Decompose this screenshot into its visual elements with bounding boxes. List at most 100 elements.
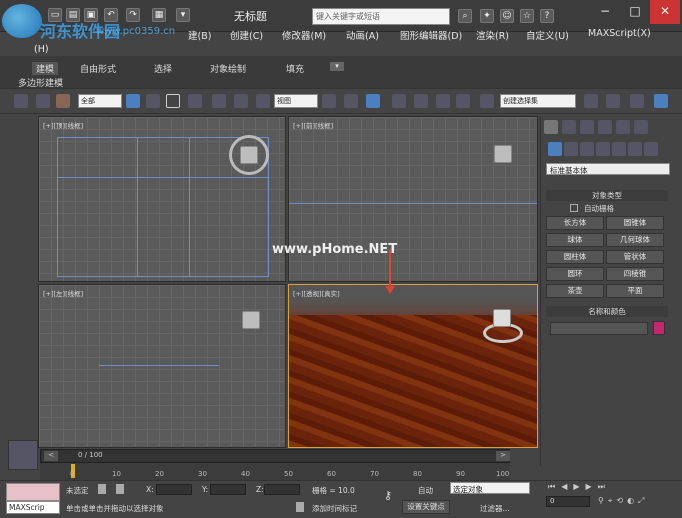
object-type-rollout[interactable]: 对象类型 [546, 190, 668, 201]
spacewarps-icon[interactable] [628, 142, 642, 156]
search-input[interactable]: 键入关键字或短语 [312, 8, 450, 25]
name-color-rollout[interactable]: 名称和颜色 [546, 306, 668, 317]
select-manipulate-icon[interactable] [344, 94, 358, 108]
spinner-snap-icon[interactable] [456, 94, 470, 108]
binoculars-icon[interactable]: ⌕ [458, 9, 472, 23]
menu-build[interactable]: 建(B) [188, 28, 211, 42]
systems-icon[interactable] [644, 142, 658, 156]
rotate-icon[interactable] [234, 94, 248, 108]
link-icon[interactable] [14, 94, 28, 108]
viewport-perspective[interactable]: [+][透视][真实] [288, 284, 538, 448]
menu-graph-editors[interactable]: 图形编辑器(D) [400, 28, 462, 42]
menu-help[interactable]: (H) [34, 44, 49, 55]
category-select[interactable]: 标准基本体 [546, 163, 670, 175]
viewcube[interactable] [493, 309, 511, 327]
tab-populate[interactable]: 填充 [286, 62, 304, 75]
y-coord-field[interactable] [210, 484, 246, 495]
select-object-icon[interactable] [126, 94, 140, 108]
plane-button[interactable]: 平面 [606, 284, 664, 298]
scale-icon[interactable] [256, 94, 270, 108]
minimize-button[interactable]: − [590, 0, 620, 24]
tab-selection[interactable]: 选择 [154, 62, 172, 75]
viewport-top[interactable]: [+][顶][线框] [38, 116, 286, 282]
cone-button[interactable]: 圆锥体 [606, 216, 664, 230]
z-coord-field[interactable] [264, 484, 300, 495]
undo-icon[interactable]: ↶ [104, 8, 118, 22]
track-bar[interactable] [40, 463, 510, 481]
lock-selection-icon[interactable] [98, 484, 106, 494]
reference-coord-select[interactable]: 视图 [274, 94, 318, 108]
menu-rendering[interactable]: 渲染(R) [476, 28, 509, 42]
sphere-button[interactable]: 球体 [546, 233, 604, 247]
key-filters-button[interactable]: 过滤器... [480, 503, 510, 514]
prev-frame-icon[interactable]: < [44, 451, 58, 461]
redo-icon[interactable]: ↷ [126, 8, 140, 22]
dropdown-icon[interactable]: ▾ [176, 8, 190, 22]
cylinder-button[interactable]: 圆柱体 [546, 250, 604, 264]
lights-icon[interactable] [580, 142, 594, 156]
torus-button[interactable]: 圆环 [546, 267, 604, 281]
viewcube[interactable] [240, 146, 258, 164]
viewport-left[interactable]: [+][左][线框] [38, 284, 286, 448]
percent-snap-icon[interactable] [436, 94, 450, 108]
star-icon[interactable]: ☆ [520, 9, 534, 23]
viewport-label[interactable]: [+][前][线框] [293, 120, 333, 130]
auto-key-label[interactable]: 自动 [418, 485, 433, 496]
set-key-button[interactable]: 设置关键点 [402, 500, 450, 514]
shapes-icon[interactable] [564, 142, 578, 156]
pyramid-button[interactable]: 四棱锥 [606, 267, 664, 281]
maxscript-input[interactable]: MAXScrip [6, 501, 60, 514]
add-time-tag[interactable]: 添加时间标记 [312, 503, 357, 514]
graphite-toggle-icon[interactable] [654, 94, 668, 108]
layer-manager-icon[interactable] [630, 94, 644, 108]
object-name-input[interactable] [550, 322, 648, 335]
box-button[interactable]: 长方体 [546, 216, 604, 230]
move-icon[interactable] [212, 94, 226, 108]
maximize-button[interactable]: □ [620, 0, 650, 24]
motion-tab-icon[interactable] [598, 120, 612, 134]
mirror-icon[interactable] [584, 94, 598, 108]
new-file-icon[interactable]: ▭ [48, 8, 62, 22]
isolate-icon[interactable] [116, 484, 124, 494]
window-crossing-icon[interactable] [188, 94, 202, 108]
teapot-button[interactable]: 茶壶 [546, 284, 604, 298]
x-coord-field[interactable] [156, 484, 192, 495]
create-tab-icon[interactable] [544, 120, 558, 134]
menu-maxscript[interactable]: MAXScript(X) [588, 28, 651, 39]
cameras-icon[interactable] [596, 142, 610, 156]
tools-icon[interactable]: ✦ [480, 9, 494, 23]
help-icon[interactable]: ? [540, 9, 554, 23]
next-frame-icon[interactable]: > [496, 451, 510, 461]
person-icon[interactable]: ☺ [500, 9, 514, 23]
menu-animation[interactable]: 动画(A) [346, 28, 379, 42]
selection-filter-select[interactable]: 全部 [78, 94, 122, 108]
geosphere-button[interactable]: 几何球体 [606, 233, 664, 247]
align-icon[interactable] [606, 94, 620, 108]
viewport-label[interactable]: [+][左][线框] [43, 288, 83, 298]
display-tab-icon[interactable] [616, 120, 630, 134]
current-frame-field[interactable]: 0 [546, 496, 590, 507]
snaps-toggle-icon[interactable] [392, 94, 406, 108]
save-icon[interactable]: ▣ [84, 8, 98, 22]
menu-modifiers[interactable]: 修改器(M) [282, 28, 326, 42]
edit-named-sel-icon[interactable] [480, 94, 494, 108]
pivot-center-icon[interactable] [322, 94, 336, 108]
key-filter-select[interactable]: 选定对象 [450, 482, 530, 494]
menu-create[interactable]: 创建(C) [230, 28, 263, 42]
tab-object-paint[interactable]: 对象绘制 [210, 62, 246, 75]
helpers-icon[interactable] [612, 142, 626, 156]
menu-customize[interactable]: 自定义(U) [526, 28, 569, 42]
project-folder-icon[interactable]: ▦ [152, 8, 166, 22]
viewport-layout-icon[interactable] [8, 440, 38, 470]
time-tag-icon[interactable] [296, 502, 304, 512]
ribbon-toggle-icon[interactable]: ▾ [330, 62, 344, 71]
viewport-nav-controls[interactable]: ⚲⌖⟲◐⤢ [598, 496, 678, 508]
tube-button[interactable]: 管状体 [606, 250, 664, 264]
rect-region-icon[interactable] [166, 94, 180, 108]
time-slider[interactable] [40, 449, 510, 463]
close-button[interactable]: ✕ [650, 0, 680, 24]
named-selection-select[interactable]: 创建选择集 [500, 94, 576, 108]
maxscript-listener[interactable] [6, 483, 60, 501]
viewport-label[interactable]: [+][透视][真实] [293, 288, 340, 298]
viewcube[interactable] [242, 311, 260, 329]
